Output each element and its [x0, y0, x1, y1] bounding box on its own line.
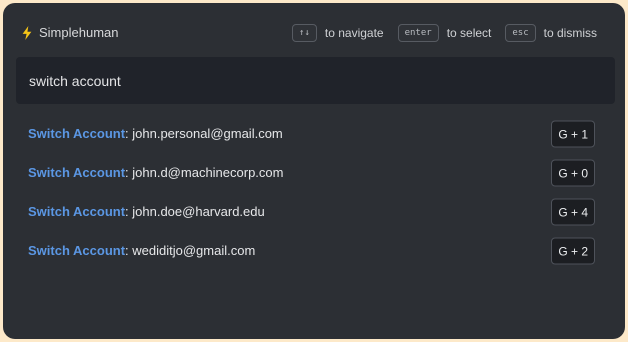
result-email: john.d@machinecorp.com [132, 165, 284, 180]
results-list: Switch Account: john.personal@gmail.com … [3, 114, 625, 270]
lightning-bolt-icon [22, 25, 32, 40]
result-action: Switch Account [28, 165, 126, 180]
hint-dismiss: esc to dismiss [505, 24, 597, 42]
search-input[interactable] [29, 72, 602, 89]
dismiss-hint-text: to dismiss [543, 26, 597, 40]
result-label: Switch Account: john.d@machinecorp.com [28, 165, 283, 180]
result-email: john.doe@harvard.edu [132, 204, 265, 219]
result-email: john.personal@gmail.com [132, 126, 283, 141]
result-item[interactable]: Switch Account: wedi­ditjo@gmail.com G +… [3, 231, 625, 270]
navigate-hint-text: to navigate [324, 26, 384, 40]
result-action: Switch Account [28, 126, 126, 141]
keyboard-hints: ↑↓ to navigate enter to select esc to di… [292, 24, 597, 42]
command-palette: Simplehuman ↑↓ to navigate enter to sele… [3, 3, 625, 339]
select-hint-text: to select [446, 26, 492, 40]
enter-key: enter [397, 24, 439, 42]
result-item[interactable]: Switch Account: john.d@machinecorp.com G… [3, 153, 625, 192]
navigate-key: ↑↓ [292, 24, 317, 42]
result-action: Switch Account [28, 204, 126, 219]
shortcut-badge: G + 2 [551, 237, 595, 264]
shortcut-badge: G + 1 [551, 120, 595, 147]
result-label: Switch Account: john.doe@harvard.edu [28, 204, 265, 219]
result-label: Switch Account: wedi­ditjo@gmail.com [28, 243, 255, 258]
palette-header: Simplehuman ↑↓ to navigate enter to sele… [3, 3, 625, 57]
result-action: Switch Account [28, 243, 126, 258]
search-bar [16, 57, 615, 104]
hint-navigate: ↑↓ to navigate [292, 24, 384, 42]
esc-key: esc [505, 24, 536, 42]
brand: Simplehuman [21, 25, 119, 40]
result-item[interactable]: Switch Account: john.doe@harvard.edu G +… [3, 192, 625, 231]
result-item[interactable]: Switch Account: john.personal@gmail.com … [3, 114, 625, 153]
shortcut-badge: G + 4 [551, 198, 595, 225]
result-label: Switch Account: john.personal@gmail.com [28, 126, 283, 141]
hint-select: enter to select [397, 24, 492, 42]
brand-name: Simplehuman [39, 25, 119, 40]
result-email: wedi­ditjo@gmail.com [132, 243, 256, 258]
shortcut-badge: G + 0 [551, 159, 595, 186]
